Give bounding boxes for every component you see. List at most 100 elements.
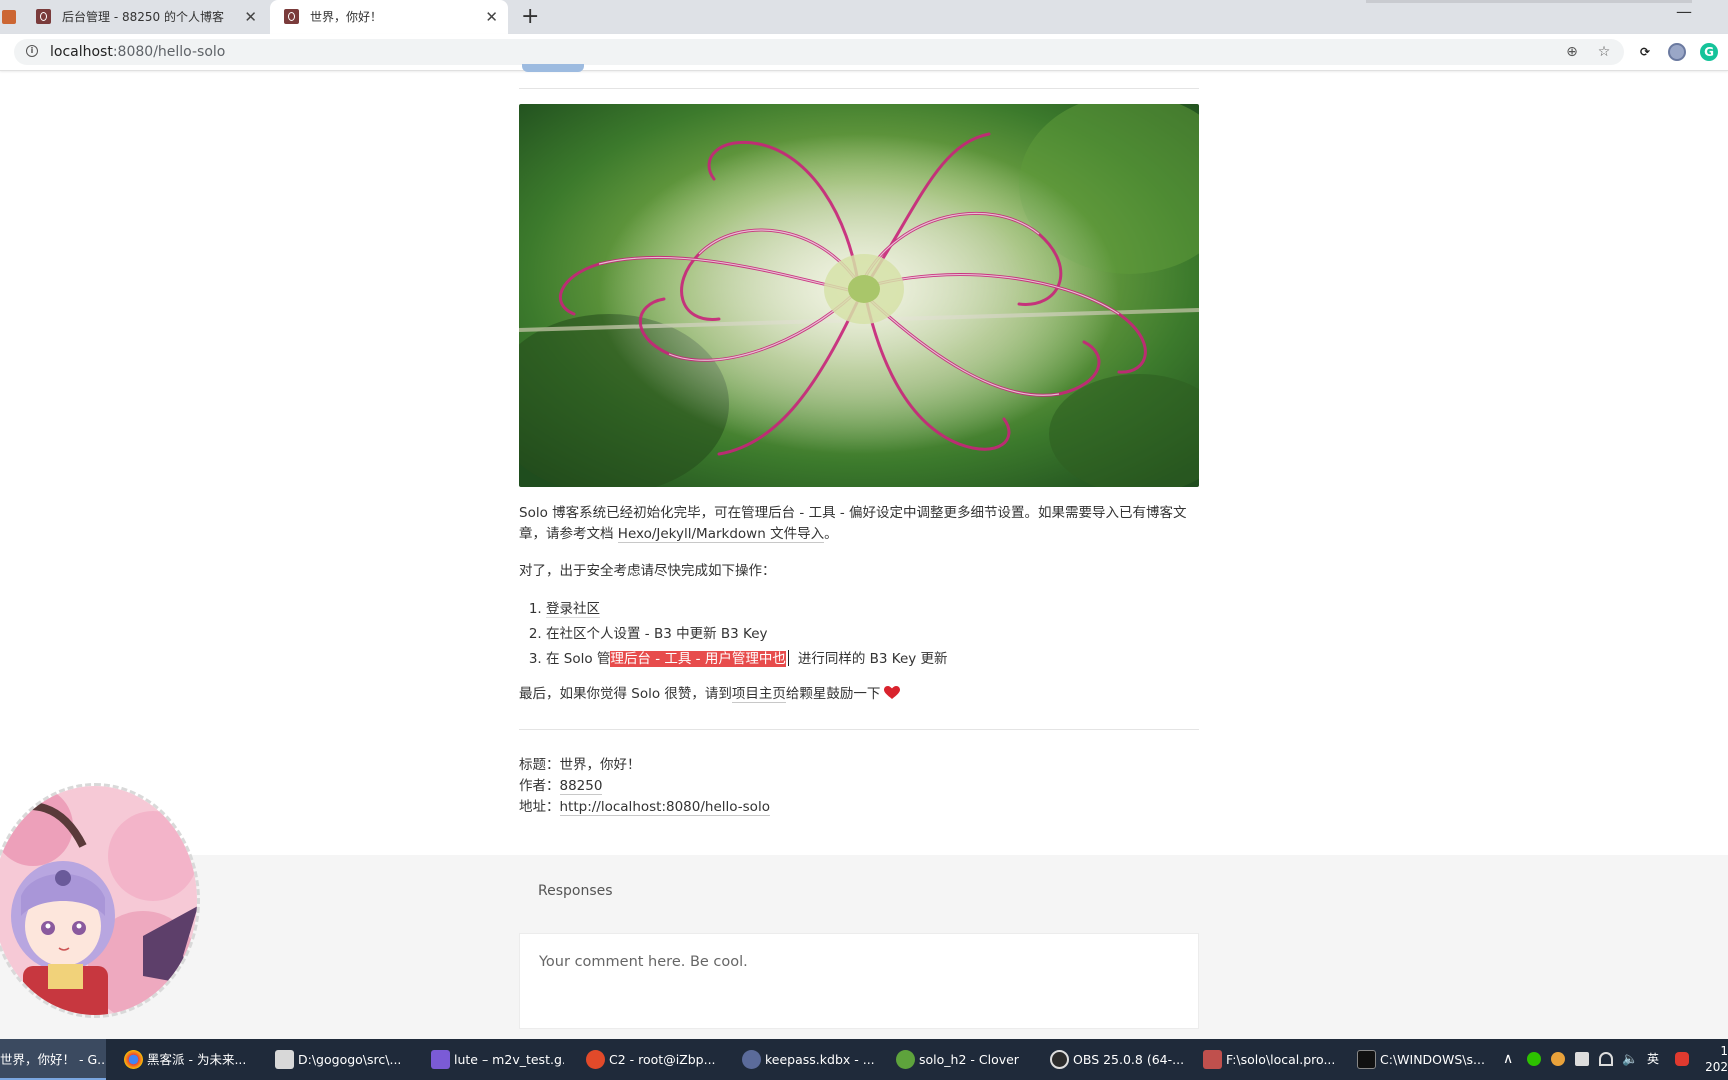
taskbar-label: 黑客派 - 为未来... bbox=[147, 1052, 247, 1067]
taskbar-label: solo_h2 - Clover bbox=[919, 1052, 1019, 1067]
taskbar-label: keepass.kdbx - ... bbox=[765, 1052, 875, 1067]
taskbar-item[interactable]: F:\solo\local.pro... bbox=[1198, 1039, 1336, 1080]
tab-close-icon[interactable]: ✕ bbox=[485, 0, 498, 34]
meta-url-row: 地址：http://localhost:8080/hello-solo bbox=[519, 797, 770, 818]
tab-close-icon[interactable]: ✕ bbox=[244, 0, 257, 34]
tab-admin[interactable]: 后台管理 - 88250 的个人博客 ✕ bbox=[22, 0, 267, 34]
goland-icon bbox=[431, 1050, 450, 1069]
add-icon[interactable]: ⊕ bbox=[1564, 44, 1580, 60]
selected-text: 理后台 - 工具 - 用户管理中也 bbox=[610, 651, 786, 667]
app-icon bbox=[2, 10, 16, 24]
author-link[interactable]: 88250 bbox=[559, 778, 603, 795]
new-tab-button[interactable]: + bbox=[521, 3, 539, 31]
ime-indicator[interactable]: 英 bbox=[1647, 1039, 1659, 1080]
tab-title: 后台管理 - 88250 的个人博客 bbox=[62, 10, 224, 24]
taskbar-label: D:\gogogo\src\... bbox=[298, 1052, 402, 1067]
volume-icon[interactable]: 🔈 bbox=[1622, 1039, 1638, 1080]
wifi-icon[interactable] bbox=[1599, 1052, 1613, 1066]
taskbar-item[interactable]: keepass.kdbx - ... bbox=[737, 1039, 875, 1080]
steps-list: 登录社区 在社区个人设置 - B3 中更新 B3 Key 在 Solo 管理后台… bbox=[519, 598, 948, 673]
import-docs-link[interactable]: Hexo/Jekyll/Markdown 文件导入 bbox=[617, 526, 825, 543]
step-text-after: 进行同样的 B3 Key 更新 bbox=[797, 651, 948, 667]
closing-text-end: 给颗星鼓励一下 bbox=[785, 686, 881, 702]
divider bbox=[519, 88, 1199, 89]
responses-heading: Responses bbox=[538, 883, 613, 899]
meta-label: 地址： bbox=[519, 799, 560, 815]
taskbar-item[interactable]: 黑客派 - 为未来... bbox=[119, 1039, 257, 1080]
closing-paragraph: 最后，如果你觉得 Solo 很赞，请到项目主页给颗星鼓励一下 bbox=[519, 684, 1199, 705]
tray-expand-icon[interactable]: ∧ bbox=[1503, 1039, 1513, 1080]
closing-text: 最后，如果你觉得 Solo 很赞，请到 bbox=[519, 686, 732, 702]
article-cover-image bbox=[519, 104, 1199, 487]
address-bar: i localhost:8080/hello-solo ⊕ ☆ ⟳ G bbox=[0, 34, 1728, 71]
intro-end: 。 bbox=[824, 526, 838, 542]
battery-icon[interactable] bbox=[1575, 1052, 1589, 1066]
list-item: 登录社区 bbox=[546, 598, 948, 623]
sogou-icon[interactable] bbox=[1675, 1052, 1689, 1066]
login-community-link[interactable]: 登录社区 bbox=[546, 601, 600, 618]
notepad-icon bbox=[1203, 1050, 1222, 1069]
meta-title-row: 标题：世界，你好！ bbox=[519, 755, 770, 776]
step-text: 在社区个人设置 - B3 中更新 B3 Key bbox=[546, 626, 768, 642]
taskbar-label: C:\WINDOWS\s... bbox=[1380, 1052, 1485, 1067]
clock-time: 1 bbox=[1720, 1044, 1728, 1058]
url-host: localhost bbox=[50, 44, 113, 60]
meta-label: 标题： bbox=[519, 757, 560, 773]
cmd-icon bbox=[1357, 1050, 1376, 1069]
minimize-button[interactable]: — bbox=[1676, 2, 1692, 21]
text-cursor-icon bbox=[787, 650, 796, 666]
taskbar-label: OBS 25.0.8 (64-... bbox=[1073, 1052, 1183, 1067]
obs-icon bbox=[1050, 1050, 1069, 1069]
tab-strip: 后台管理 - 88250 的个人博客 ✕ 世界，你好！ ✕ + — bbox=[0, 0, 1728, 34]
clock[interactable]: 1 202 bbox=[1705, 1043, 1728, 1077]
taskbar-item[interactable]: 世界，你好！ - G... bbox=[0, 1039, 106, 1080]
tag-pill[interactable] bbox=[522, 64, 584, 72]
taskbar-label: F:\solo\local.pro... bbox=[1226, 1052, 1336, 1067]
security-note: 对了，出于安全考虑请尽快完成如下操作： bbox=[519, 563, 776, 579]
site-favicon-icon bbox=[36, 9, 51, 24]
taskbar-item[interactable]: lute – m2v_test.g... bbox=[426, 1039, 564, 1080]
keepass-icon bbox=[742, 1050, 761, 1069]
tab-title: 世界，你好！ bbox=[310, 10, 383, 24]
site-info-icon[interactable]: i bbox=[26, 45, 38, 57]
bookmark-star-icon[interactable]: ☆ bbox=[1596, 44, 1612, 60]
heart-icon bbox=[884, 686, 901, 699]
extension-icon[interactable] bbox=[1668, 43, 1686, 61]
window-edge bbox=[1366, 0, 1692, 3]
comment-box bbox=[519, 933, 1199, 1029]
chrome-icon bbox=[124, 1050, 143, 1069]
comment-input[interactable] bbox=[520, 934, 1198, 1028]
folder-icon bbox=[275, 1050, 294, 1069]
post-meta: 标题：世界，你好！ 作者：88250 地址：http://localhost:8… bbox=[519, 755, 770, 818]
clover-icon bbox=[896, 1050, 915, 1069]
taskbar-label: lute – m2v_test.g... bbox=[454, 1052, 564, 1067]
taskbar-item[interactable]: D:\gogogo\src\... bbox=[270, 1039, 408, 1080]
meta-label: 作者： bbox=[519, 778, 560, 794]
permalink[interactable]: http://localhost:8080/hello-solo bbox=[559, 799, 770, 816]
taskbar-label: 世界，你好！ - G... bbox=[0, 1052, 106, 1067]
list-item: 在社区个人设置 - B3 中更新 B3 Key bbox=[546, 623, 948, 648]
list-item: 在 Solo 管理后台 - 工具 - 用户管理中也进行同样的 B3 Key 更新 bbox=[546, 648, 948, 673]
taskbar: 世界，你好！ - G... 黑客派 - 为未来... D:\gogogo\src… bbox=[0, 1039, 1728, 1080]
app-tray-icon[interactable] bbox=[1551, 1052, 1565, 1066]
terminal-icon bbox=[586, 1050, 605, 1069]
wechat-icon[interactable] bbox=[1527, 1052, 1541, 1066]
url-text[interactable]: localhost:8080/hello-solo bbox=[50, 39, 225, 65]
project-home-link[interactable]: 项目主页 bbox=[731, 686, 786, 703]
taskbar-item[interactable]: OBS 25.0.8 (64-... bbox=[1045, 1039, 1183, 1080]
site-favicon-icon bbox=[284, 9, 299, 24]
step-text-before: 在 Solo 管 bbox=[546, 651, 611, 667]
grammarly-icon[interactable]: G bbox=[1700, 43, 1718, 61]
clock-date: 202 bbox=[1705, 1060, 1728, 1074]
tab-hello-solo[interactable]: 世界，你好！ ✕ bbox=[270, 0, 508, 34]
taskbar-label: C2 - root@iZbp... bbox=[609, 1052, 716, 1067]
url-path: :8080/hello-solo bbox=[112, 44, 226, 60]
meta-title: 世界，你好！ bbox=[559, 757, 641, 773]
omnibox[interactable]: i localhost:8080/hello-solo ⊕ ☆ bbox=[14, 39, 1624, 65]
divider bbox=[519, 729, 1199, 730]
sync-icon[interactable]: ⟳ bbox=[1636, 43, 1654, 61]
taskbar-item[interactable]: C:\WINDOWS\s... bbox=[1352, 1039, 1490, 1080]
taskbar-item[interactable]: C2 - root@iZbp... bbox=[581, 1039, 719, 1080]
meta-author-row: 作者：88250 bbox=[519, 776, 770, 797]
taskbar-item[interactable]: solo_h2 - Clover bbox=[891, 1039, 1029, 1080]
